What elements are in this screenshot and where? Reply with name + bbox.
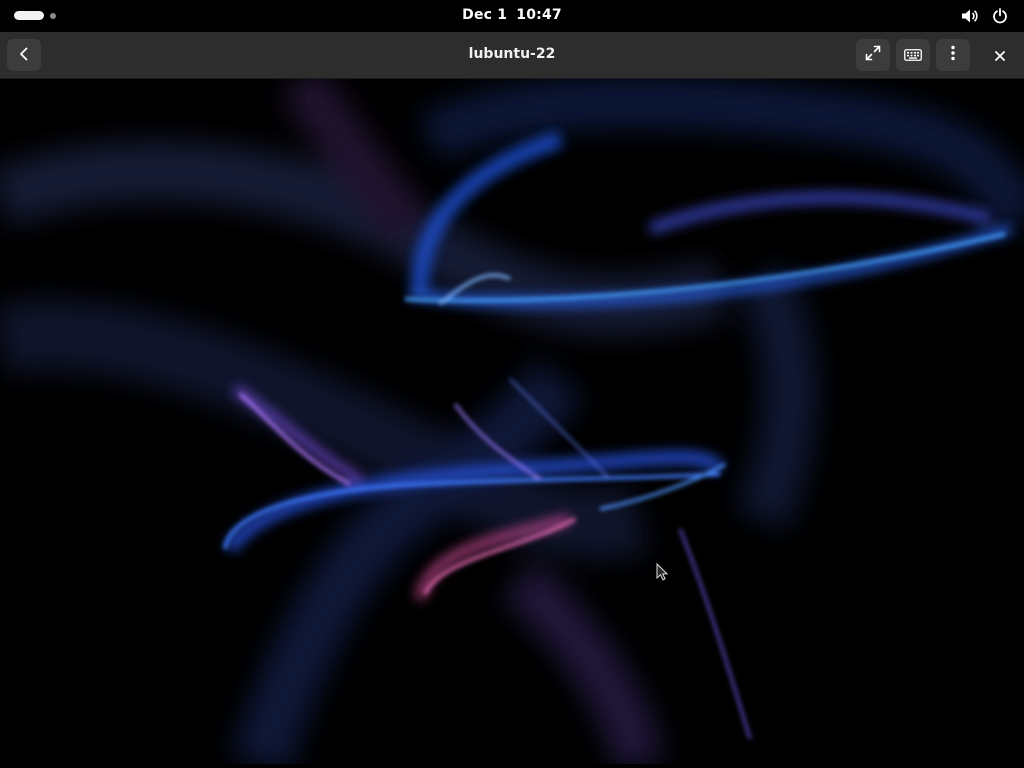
system-top-bar: Dec 1 10:47 (0, 0, 1024, 32)
power-icon[interactable] (990, 6, 1010, 26)
keyboard-icon (904, 46, 922, 65)
fullscreen-icon (865, 45, 881, 65)
remote-desktop-header-bar: lubuntu-22 (0, 32, 1024, 79)
mouse-pointer-icon (656, 563, 668, 581)
menu-kebab-icon (951, 45, 955, 65)
remote-desktop-screen[interactable] (0, 79, 1024, 764)
close-button[interactable] (983, 39, 1017, 71)
clock[interactable]: Dec 1 10:47 (0, 7, 1024, 23)
screensaver-ribbons (0, 79, 1024, 764)
volume-icon[interactable] (960, 6, 980, 26)
clock-date: Dec 1 (462, 7, 508, 23)
fullscreen-button[interactable] (856, 39, 890, 71)
keyboard-button[interactable] (896, 39, 930, 71)
system-status-area[interactable] (960, 6, 1010, 26)
menu-button[interactable] (936, 39, 970, 71)
clock-time: 10:47 (516, 7, 562, 23)
close-icon (995, 46, 1005, 65)
